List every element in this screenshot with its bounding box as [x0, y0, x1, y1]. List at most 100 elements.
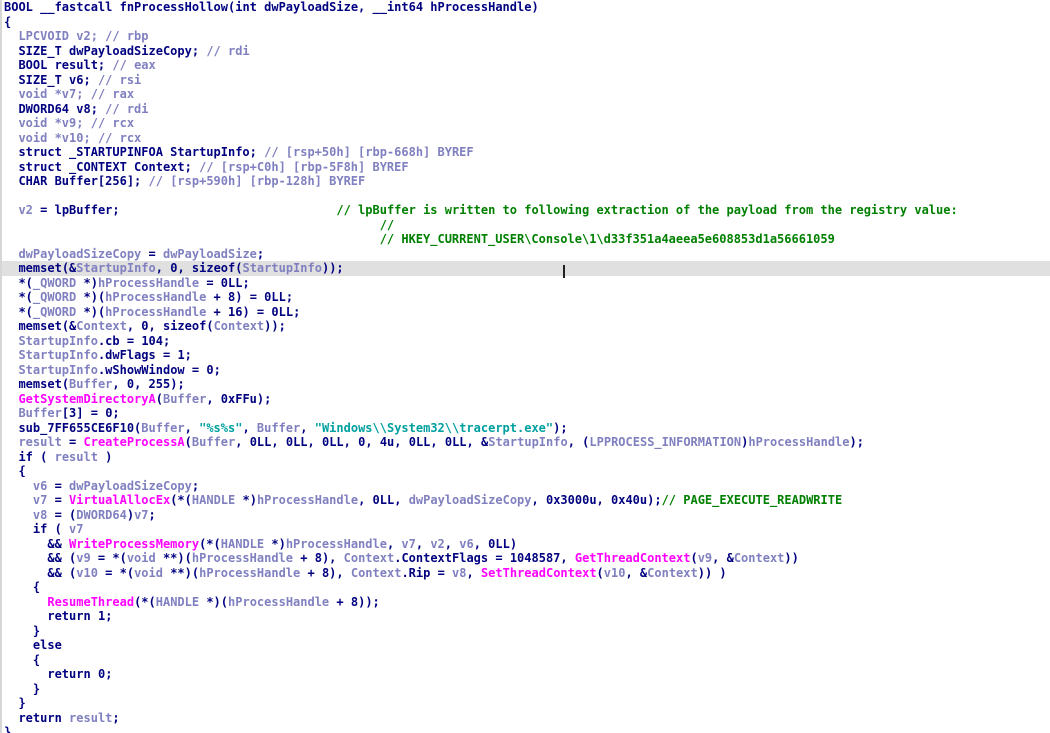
code-line[interactable]: SIZE_T v6; // rsi	[2, 73, 1050, 88]
code-token: 0	[126, 377, 135, 391]
code-token: v2	[18, 203, 33, 217]
code-line[interactable]: {	[2, 653, 1050, 668]
code-token: hProcessHandle	[228, 594, 330, 609]
code-token: _QWORD	[32, 304, 77, 319]
code-line[interactable]: memset(&Context, 0, sizeof(Context));	[2, 319, 1050, 334]
code-token: ,	[394, 435, 409, 449]
code-token: ,	[300, 420, 315, 435]
code-line[interactable]: memset(Buffer, 0, 255);	[2, 377, 1050, 392]
code-token: v8	[32, 507, 48, 522]
code-token: =	[155, 348, 178, 362]
code-line[interactable]: void *v10; // rcx	[2, 131, 1050, 146]
code-token: (&	[61, 261, 77, 275]
code-line[interactable]: GetSystemDirectoryA(Buffer, 0xFFu);	[2, 392, 1050, 407]
code-token: "%s%s"	[199, 420, 243, 435]
code-line[interactable]: void *v7; // rax	[2, 87, 1050, 102]
code-line[interactable]: memset(&StartupInfo, 0, sizeof(StartupIn…	[2, 261, 1050, 276]
code-token: _CONTEXT Context;	[61, 159, 200, 174]
code-line[interactable]: CHAR Buffer[256]; // [rsp+590h] [rbp-128…	[2, 174, 1050, 189]
code-token: // rbp	[105, 29, 149, 43]
code-line[interactable]: Buffer[3] = 0;	[2, 406, 1050, 421]
code-line[interactable]: dwPayloadSizeCopy = dwPayloadSize;	[2, 247, 1050, 262]
code-line[interactable]: LPCVOID v2; // rbp	[2, 29, 1050, 44]
code-line[interactable]: StartupInfo.cb = 104;	[2, 334, 1050, 349]
code-line[interactable]: result = CreateProcessA(Buffer, 0LL, 0LL…	[2, 435, 1050, 450]
code-line[interactable]: v6 = dwPayloadSizeCopy;	[2, 479, 1050, 494]
code-token: void	[18, 87, 48, 101]
code-line[interactable]: {	[2, 15, 1050, 30]
code-token: ,	[358, 493, 373, 507]
code-token: && (	[4, 551, 77, 565]
code-token: struct	[18, 145, 62, 159]
code-line[interactable]: SIZE_T dwPayloadSizeCopy; // rdi	[2, 44, 1050, 59]
code-line[interactable]: *(_QWORD *)(hProcessHandle + 8) = 0LL;	[2, 290, 1050, 305]
code-token: +	[206, 304, 229, 319]
code-token: LPCVOID	[18, 29, 70, 43]
code-token: }	[4, 696, 26, 710]
code-token: dwFlags	[105, 348, 156, 362]
code-line[interactable]: struct _STARTUPINFOA StartupInfo; // [rs…	[2, 145, 1050, 160]
code-line[interactable]: else	[2, 638, 1050, 653]
code-token: ,	[242, 420, 257, 435]
code-token: SIZE_T	[18, 43, 62, 58]
code-line[interactable]: v7 = VirtualAllocEx(*(HANDLE *)hProcessH…	[2, 493, 1050, 508]
code-line[interactable]: StartupInfo.wShowWindow = 0;	[2, 363, 1050, 378]
code-token: ] =	[76, 406, 106, 420]
code-line[interactable]: BOOL __fastcall fnProcessHollow(int dwPa…	[2, 0, 1050, 15]
code-token: (	[206, 319, 214, 333]
code-line[interactable]: v8 = (DWORD64)v7;	[2, 508, 1050, 523]
code-line[interactable]: && (v9 = *(void **)(hProcessHandle + 8),…	[2, 551, 1050, 566]
code-line[interactable]: && WriteProcessMemory(*(HANDLE *)hProces…	[2, 537, 1050, 552]
code-listing[interactable]: BOOL __fastcall fnProcessHollow (int dwPa…	[2, 0, 1050, 733]
code-token: ;	[112, 710, 120, 725]
code-token: (	[61, 377, 70, 391]
code-token: v2;	[69, 29, 106, 43]
pseudocode-view[interactable]: BOOL __fastcall fnProcessHollow (int dwPa…	[0, 0, 1050, 733]
code-line[interactable]: return 1;	[2, 609, 1050, 624]
code-line[interactable]: BOOL result; // eax	[2, 58, 1050, 73]
code-token: cb	[105, 333, 120, 348]
code-line[interactable]: //	[2, 218, 1050, 233]
code-token: result	[54, 449, 98, 464]
code-token: struct	[18, 159, 62, 174]
code-line[interactable]: {	[2, 580, 1050, 595]
code-token: if	[32, 522, 48, 536]
code-token: }	[4, 623, 41, 638]
code-line[interactable]	[2, 189, 1050, 204]
code-line[interactable]: v2 = lpBuffer; // lpBuffer is written to…	[2, 203, 1050, 218]
code-line[interactable]: }	[2, 696, 1050, 711]
code-token: (	[47, 522, 70, 536]
code-line[interactable]: }	[2, 682, 1050, 697]
code-token: ,	[235, 435, 250, 449]
code-token: 1048587	[509, 551, 561, 565]
code-line[interactable]: {	[2, 464, 1050, 479]
code-line[interactable]: void *v9; // rcx	[2, 116, 1050, 131]
code-line[interactable]: *(_QWORD *)(hProcessHandle + 16) = 0LL;	[2, 305, 1050, 320]
code-line[interactable]: sub_7FF655CE6F10(Buffer, "%s%s", Buffer,…	[2, 421, 1050, 436]
code-line[interactable]: return 0;	[2, 667, 1050, 682]
code-line[interactable]: if ( result )	[2, 450, 1050, 465]
code-line[interactable]: if ( v7	[2, 522, 1050, 537]
code-token: Rip	[408, 565, 431, 580]
code-line[interactable]: *(_QWORD *)hProcessHandle = 0LL;	[2, 276, 1050, 291]
code-line[interactable]: struct _CONTEXT Context; // [rsp+C0h] [r…	[2, 160, 1050, 175]
code-line[interactable]: }	[2, 624, 1050, 639]
code-line[interactable]: // HKEY_CURRENT_USER\Console\1\d33f351a4…	[2, 232, 1050, 247]
code-token: v9	[697, 551, 713, 565]
code-line[interactable]: && (v10 = *(void **)(hProcessHandle + 8)…	[2, 566, 1050, 581]
code-line[interactable]: }	[2, 725, 1050, 733]
code-token: +	[300, 565, 322, 580]
code-token: =	[141, 246, 163, 261]
code-line[interactable]: ResumeThread(*(HANDLE *)(hProcessHandle …	[2, 595, 1050, 610]
code-line[interactable]: DWORD64 v8; // rdi	[2, 102, 1050, 117]
code-token: LPPROCESS_INFORMATION	[589, 435, 742, 449]
code-line[interactable]: StartupInfo.dwFlags = 1;	[2, 348, 1050, 363]
code-line[interactable]: return result;	[2, 711, 1050, 726]
